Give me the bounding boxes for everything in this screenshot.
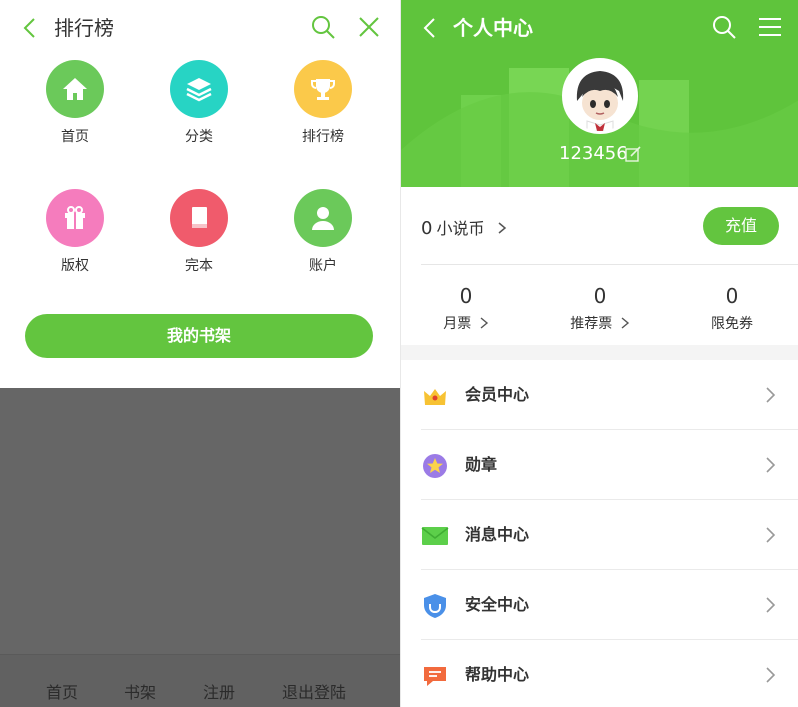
stat-value: 0	[459, 284, 473, 308]
stat-label-wrap: 推荐票	[545, 313, 655, 333]
footer-link-bookshelf[interactable]: 书架	[124, 679, 156, 703]
chevron-right-icon	[766, 387, 776, 403]
footer-link-register[interactable]: 注册	[203, 679, 235, 703]
footer-link-logout[interactable]: 退出登陆	[282, 679, 346, 703]
coin-balance-link[interactable]: 0 小说币	[421, 215, 508, 239]
footer-link-home[interactable]: 首页	[46, 679, 78, 703]
stat-free-coupon[interactable]: 0 限免券	[677, 283, 787, 333]
page-title: 个人中心	[453, 16, 533, 40]
my-bookshelf-button[interactable]: 我的书架	[25, 314, 373, 358]
home-icon	[46, 60, 104, 118]
user-icon	[294, 189, 352, 247]
menu-item-messages[interactable]: 消息中心	[401, 500, 798, 570]
search-icon[interactable]	[310, 14, 336, 40]
profile-header: 个人中心 123456	[401, 0, 798, 187]
nav-item-copyright[interactable]: 版权	[25, 189, 125, 275]
profile-panel: 个人中心 123456 0 小说币 充值 0 月票 0 推荐票 0 限免券 会员…	[400, 0, 798, 707]
nav-item-ranking[interactable]: 排行榜	[273, 60, 373, 146]
chevron-right-icon	[498, 222, 506, 234]
nav-item-home[interactable]: 首页	[25, 60, 125, 146]
nav-item-label: 版权	[61, 258, 89, 274]
coin-label: 小说币	[436, 219, 485, 238]
ticket-stats: 0 月票 0 推荐票 0 限免券	[401, 265, 798, 345]
chat-help-icon	[424, 667, 446, 686]
nav-item-label: 分类	[185, 129, 213, 145]
stat-label-wrap: 月票	[411, 313, 521, 333]
nav-item-label: 首页	[61, 129, 89, 145]
stat-label: 限免券	[711, 316, 753, 332]
nav-item-category[interactable]: 分类	[149, 60, 249, 146]
stat-value: 0	[593, 284, 607, 308]
book-icon	[170, 189, 228, 247]
menu-item-medals[interactable]: 勋章	[401, 430, 798, 500]
menu-item-label: 勋章	[465, 455, 498, 474]
menu-item-label: 会员中心	[465, 385, 530, 404]
menu-item-help[interactable]: 帮助中心	[401, 640, 798, 707]
left-header: 排行榜	[0, 0, 400, 56]
stat-label: 推荐票	[570, 316, 613, 332]
user-id: 123456	[559, 143, 628, 164]
nav-item-account[interactable]: 账户	[273, 189, 373, 275]
chevron-right-icon	[766, 667, 776, 683]
recharge-button[interactable]: 充值	[703, 207, 779, 245]
menu-item-security[interactable]: 安全中心	[401, 570, 798, 640]
nav-item-label: 完本	[185, 258, 213, 274]
back-arrow-icon[interactable]	[18, 14, 42, 42]
nav-item-finished[interactable]: 完本	[149, 189, 249, 275]
envelope-icon	[421, 527, 449, 545]
medal-icon	[423, 454, 447, 478]
crown-icon	[424, 389, 446, 405]
page-title: 排行榜	[54, 16, 114, 40]
menu-item-label: 帮助中心	[465, 665, 530, 684]
back-arrow-icon[interactable]	[419, 14, 441, 42]
avatar[interactable]	[562, 58, 638, 134]
menu-item-label: 消息中心	[465, 525, 530, 544]
stat-value: 0	[725, 284, 739, 308]
navigation-menu-panel: 排行榜 首页 分类 排行榜 版权 完本 账户 我的书架 首页 书架 注册 退出登…	[0, 0, 400, 707]
coin-value: 0	[421, 218, 433, 239]
nav-item-label: 账户	[309, 258, 337, 274]
edit-icon[interactable]	[624, 145, 642, 163]
menu-icon[interactable]	[757, 16, 783, 38]
nav-item-label: 排行榜	[302, 129, 344, 145]
stat-monthly-ticket[interactable]: 0 月票	[411, 283, 521, 333]
menu-item-vip-center[interactable]: 会员中心	[401, 360, 798, 430]
search-icon[interactable]	[711, 14, 737, 40]
chevron-right-icon	[621, 317, 629, 329]
trophy-icon	[294, 60, 352, 118]
shield-icon	[424, 594, 446, 618]
menu-item-label: 安全中心	[465, 595, 530, 614]
close-icon[interactable]	[357, 14, 381, 40]
layers-icon	[170, 60, 228, 118]
chevron-right-icon	[766, 527, 776, 543]
section-gap	[401, 345, 798, 360]
bottom-nav: 首页 书架 注册 退出登陆	[0, 654, 400, 707]
chevron-right-icon	[766, 597, 776, 613]
stat-label: 月票	[443, 316, 472, 332]
gift-icon	[46, 189, 104, 247]
coin-balance-row: 0 小说币 充值	[401, 187, 798, 265]
nav-grid: 首页 分类 排行榜 版权 完本 账户	[0, 60, 400, 290]
stat-recommend-ticket[interactable]: 0 推荐票	[545, 283, 655, 333]
chevron-right-icon	[480, 317, 488, 329]
chevron-right-icon	[766, 457, 776, 473]
